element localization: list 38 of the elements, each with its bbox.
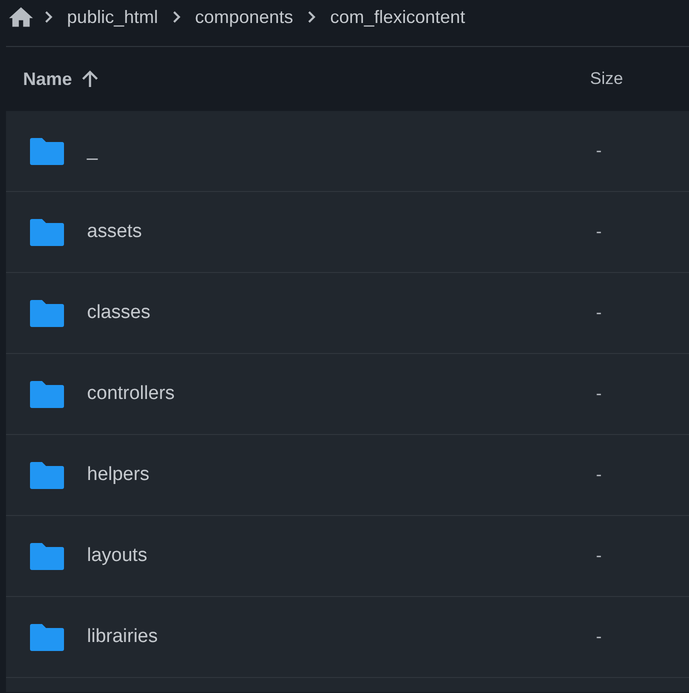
file-size: -: [596, 383, 602, 406]
folder-row[interactable]: controllers -: [6, 354, 689, 435]
file-size: -: [596, 626, 602, 648]
folder-row[interactable]: classes -: [6, 273, 689, 354]
chevron-right-icon: [172, 10, 182, 24]
file-name: assets: [87, 220, 143, 244]
folder-icon: [30, 218, 64, 246]
file-size: -: [596, 221, 602, 244]
file-name: librairies: [87, 624, 159, 649]
file-size: -: [596, 545, 602, 568]
folder-icon: [30, 462, 64, 488]
folder-icon: [30, 542, 64, 570]
file-name: layouts: [87, 544, 148, 568]
file-size: -: [596, 140, 602, 162]
home-icon[interactable]: [8, 6, 34, 28]
file-name: _: [87, 138, 99, 163]
breadcrumb-link[interactable]: components: [191, 4, 298, 30]
folder-row[interactable]: layouts -: [6, 516, 689, 597]
file-name: controllers: [87, 382, 176, 406]
folder-row[interactable]: assets -: [6, 192, 689, 273]
chevron-right-icon: [44, 10, 53, 24]
file-name: helpers: [87, 462, 150, 487]
folder-icon: [30, 138, 64, 164]
chevron-right-icon: [307, 10, 316, 24]
column-header[interactable]: Name: [23, 66, 72, 92]
folder-row[interactable]: librairies -: [6, 597, 689, 678]
folder-row[interactable]: helpers -: [6, 435, 689, 516]
column-header[interactable]: Size: [590, 66, 624, 92]
folder-icon: [30, 380, 64, 408]
file-name: classes: [87, 300, 152, 325]
folder-icon: [30, 624, 64, 650]
breadcrumb-link[interactable]: com_flexicontent: [326, 4, 470, 30]
breadcrumb-link[interactable]: public_html: [63, 4, 162, 30]
arrow-up-icon[interactable]: [80, 69, 100, 89]
folder-icon: [30, 300, 64, 326]
file-size: -: [596, 464, 602, 486]
folder-row[interactable]: _ -: [6, 111, 689, 192]
file-size: -: [596, 302, 602, 324]
